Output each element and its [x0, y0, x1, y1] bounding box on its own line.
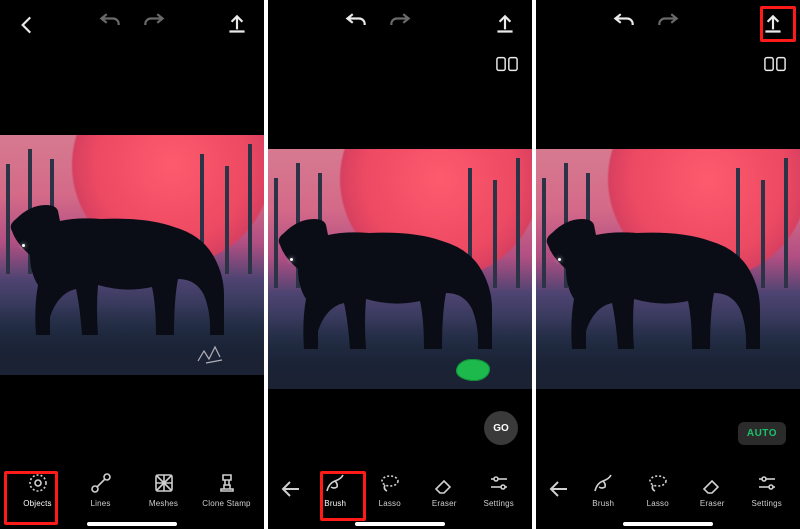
tool-lasso[interactable]: Lasso — [363, 471, 418, 508]
export-icon[interactable] — [492, 12, 518, 38]
tool-label: Eraser — [432, 499, 457, 508]
redo-icon[interactable] — [387, 12, 413, 38]
lasso-icon — [646, 471, 670, 495]
redo-icon[interactable] — [655, 12, 681, 38]
brush-mask-blob — [456, 359, 490, 381]
tool-meshes[interactable]: Meshes — [132, 471, 195, 508]
lasso-icon — [378, 471, 402, 495]
tool-label: Lines — [90, 499, 110, 508]
canvas-area — [536, 78, 800, 459]
settings-icon — [487, 471, 511, 495]
back-icon[interactable] — [14, 12, 40, 38]
brush-icon — [591, 471, 615, 495]
tool-eraser[interactable]: Eraser — [685, 471, 740, 508]
tool-label: Eraser — [700, 499, 725, 508]
toolbar-back-button[interactable] — [274, 477, 308, 501]
go-button[interactable]: GO — [484, 411, 518, 445]
eraser-icon — [700, 471, 724, 495]
tool-label: Settings — [483, 499, 514, 508]
export-icon[interactable] — [224, 12, 250, 38]
tool-eraser[interactable]: Eraser — [417, 471, 472, 508]
eraser-icon — [432, 471, 456, 495]
lines-icon — [89, 471, 113, 495]
tool-clone-stamp[interactable]: Clone Stamp — [195, 471, 258, 508]
artwork[interactable] — [536, 149, 800, 389]
canvas-area — [268, 78, 532, 459]
tool-brush[interactable]: Brush — [576, 471, 631, 508]
clone-stamp-icon — [215, 471, 239, 495]
dog-silhouette — [274, 191, 504, 351]
tool-lines[interactable]: Lines — [69, 471, 132, 508]
highlight-box — [4, 471, 58, 525]
tool-label: Meshes — [149, 499, 178, 508]
compare-icon[interactable] — [496, 56, 518, 72]
tool-label: Settings — [751, 499, 782, 508]
highlight-box — [760, 6, 796, 42]
tool-label: Lasso — [379, 499, 401, 508]
bottom-toolbar: Brush Lasso Eraser Settings — [268, 459, 532, 529]
tool-label: Brush — [592, 499, 614, 508]
floating-action-row: AUTO — [738, 422, 786, 445]
floating-action-row: GO — [484, 411, 518, 445]
home-indicator — [623, 522, 713, 526]
screen-3: AUTO Brush Lasso Eraser — [536, 0, 800, 529]
compare-icon[interactable] — [764, 56, 786, 72]
arrow-left-icon — [279, 477, 303, 501]
tool-settings[interactable]: Settings — [472, 471, 527, 508]
top-bar — [268, 0, 532, 50]
signature-mark — [196, 345, 230, 365]
undo-icon[interactable] — [611, 12, 637, 38]
sub-bar — [268, 50, 532, 78]
sub-bar — [536, 50, 800, 78]
home-indicator — [87, 522, 177, 526]
screen-1: Objects Lines Meshes Clone Stamp — [0, 0, 264, 529]
tool-label: Clone Stamp — [202, 499, 250, 508]
arrow-left-icon — [547, 477, 571, 501]
dog-silhouette — [542, 191, 772, 351]
bottom-toolbar: Brush Lasso Eraser Settings — [536, 459, 800, 529]
tool-label: Lasso — [647, 499, 669, 508]
meshes-icon — [152, 471, 176, 495]
highlight-box — [320, 471, 366, 521]
tool-lasso[interactable]: Lasso — [631, 471, 686, 508]
top-bar — [0, 0, 264, 50]
home-indicator — [355, 522, 445, 526]
canvas-area — [0, 50, 264, 459]
redo-icon[interactable] — [141, 12, 167, 38]
tool-settings[interactable]: Settings — [740, 471, 795, 508]
undo-icon[interactable] — [97, 12, 123, 38]
auto-button[interactable]: AUTO — [738, 422, 786, 445]
artwork[interactable] — [268, 149, 532, 389]
artwork[interactable] — [0, 135, 264, 375]
undo-icon[interactable] — [343, 12, 369, 38]
screen-2: GO Brush Lasso Eraser — [268, 0, 532, 529]
dog-silhouette — [6, 177, 236, 337]
settings-icon — [755, 471, 779, 495]
toolbar-back-button[interactable] — [542, 477, 576, 501]
